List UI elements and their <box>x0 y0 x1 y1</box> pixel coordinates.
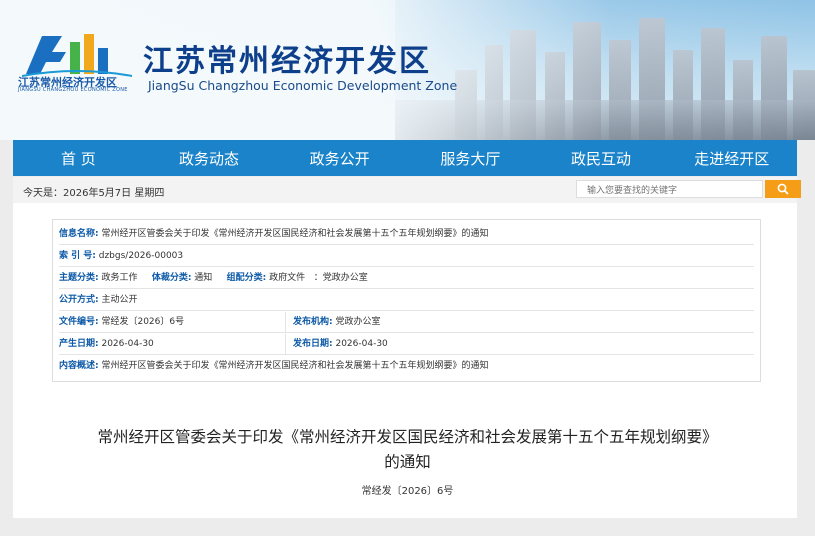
site-subtitle: JiangSu Changzhou Economic Development Z… <box>148 78 458 93</box>
meta-row-info-name: 信息名称: 常州经开区管委会关于印发《常州经济开发区国民经济和社会发展第十五个五… <box>59 224 754 245</box>
document-number: 常经发〔2026〕6号 <box>361 486 454 497</box>
search-input[interactable] <box>576 180 763 198</box>
logo-icon[interactable] <box>22 28 132 78</box>
nav-item-news[interactable]: 政务动态 <box>144 140 275 176</box>
metadata-table: 信息名称: 常州经开区管委会关于印发《常州经济开发区国民经济和社会发展第十五个五… <box>52 219 761 382</box>
meta-row-index: 索 引 号: dzbgs/2026-00003 <box>59 246 754 267</box>
nav-item-service-hall[interactable]: 服务大厅 <box>405 140 536 176</box>
meta-row-doc-no: 文件编号: 常经发〔2026〕6号 发布机构: 党政办公室 <box>59 312 754 333</box>
nav-item-interaction[interactable]: 政民互动 <box>536 140 667 176</box>
main-nav: 首 页 政务动态 政务公开 服务大厅 政民互动 走进经开区 <box>13 140 797 176</box>
meta-row-public: 公开方式: 主动公开 <box>59 290 754 311</box>
logo-subtext: JIANGSU CHANGZHOU ECONOMIC ZONE <box>18 87 128 93</box>
nav-item-public[interactable]: 政务公开 <box>274 140 405 176</box>
site-title: 江苏常州经济开发区 <box>143 44 431 79</box>
search-icon <box>777 183 789 195</box>
meta-row-dates: 产生日期: 2026-04-30 发布日期: 2026-04-30 <box>59 334 754 355</box>
meta-row-classification: 主题分类: 政务工作 体裁分类: 通知 组配分类: 政府文件 ：党政办公室 <box>59 268 754 289</box>
document-title: 常州经开区管委会关于印发《常州经济开发区国民经济和社会发展第十五个五年规划纲要》… <box>97 428 718 471</box>
meta-row-summary: 内容概述: 常州经开区管委会关于印发《常州经济开发区国民经济和社会发展第十五个五… <box>59 361 489 371</box>
search-button[interactable] <box>765 180 801 198</box>
nav-item-about[interactable]: 走进经开区 <box>666 140 797 176</box>
info-bar: 今天是：2026年5月7日 星期四 <box>13 177 801 204</box>
nav-item-home[interactable]: 首 页 <box>13 140 144 176</box>
current-date: 今天是：2026年5月7日 星期四 <box>23 188 165 199</box>
site-header: 江苏常州经济开发区 JIANGSU CHANGZHOU ECONOMIC ZON… <box>0 0 815 140</box>
